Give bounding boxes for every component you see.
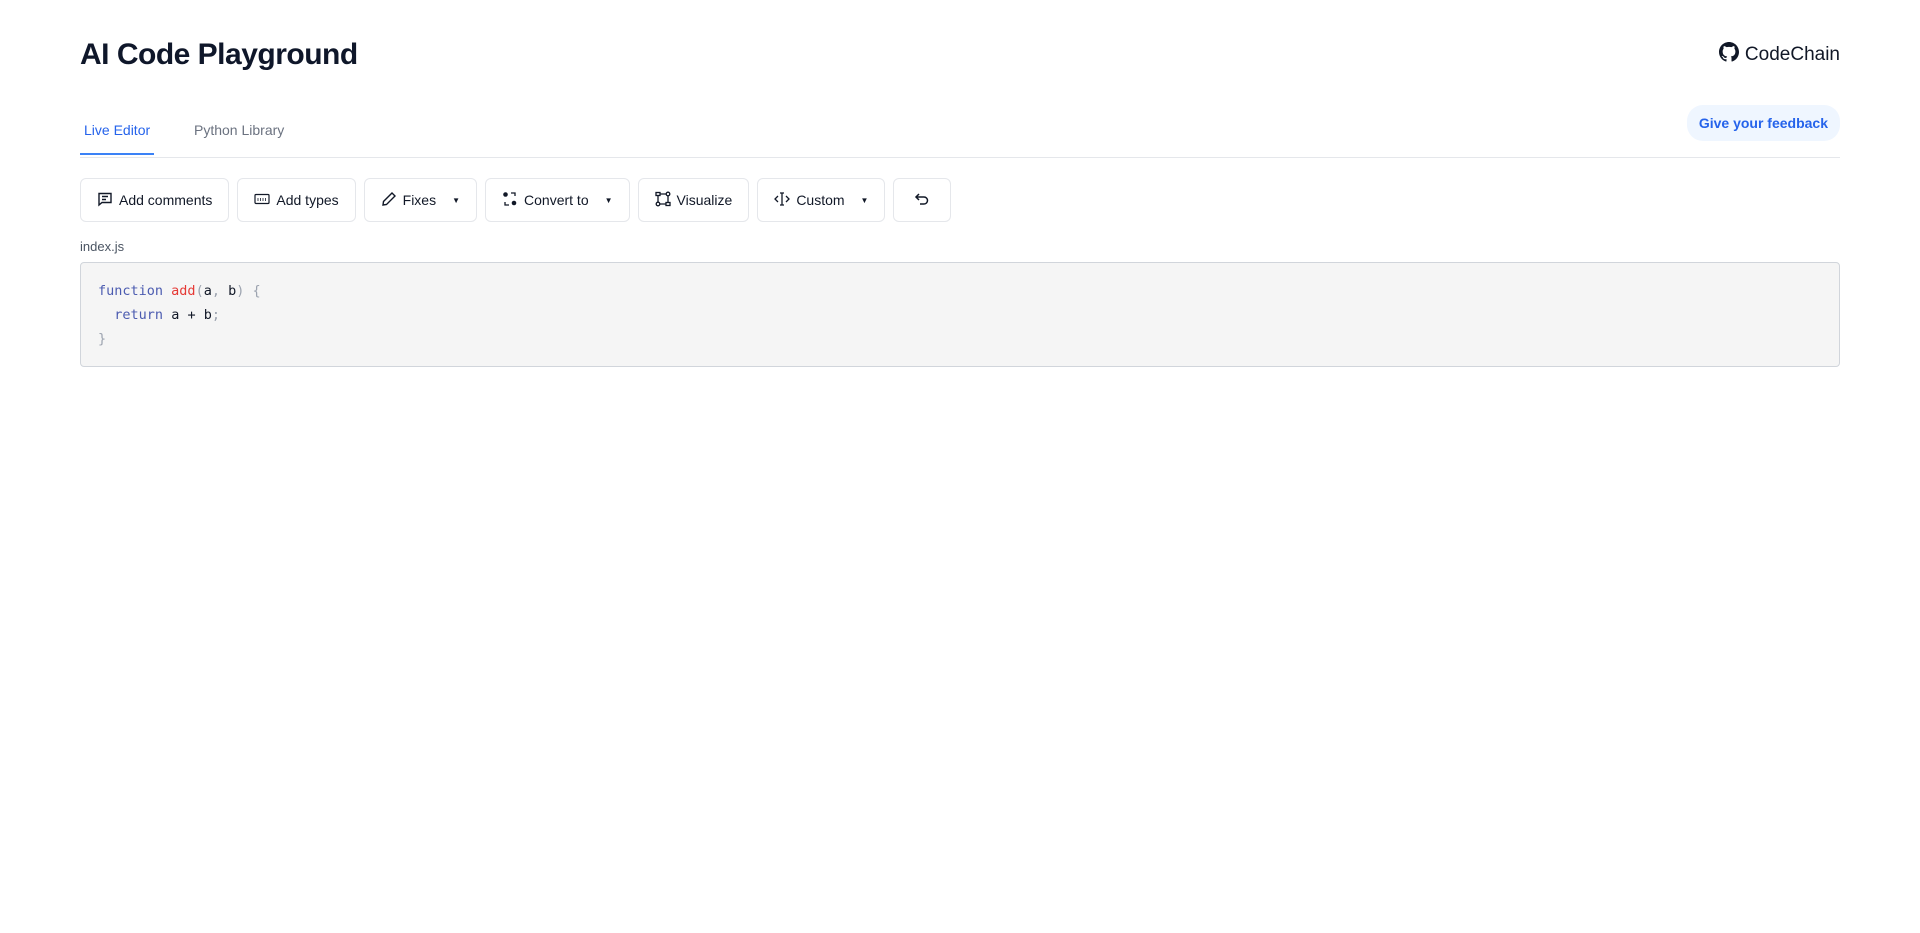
fixes-dropdown[interactable]: Fixes ▼ bbox=[363, 178, 478, 222]
fixes-label: Fixes bbox=[402, 192, 437, 208]
add-comments-button[interactable]: Add comments bbox=[80, 178, 230, 222]
code-line-1: function add(a, b) { bbox=[98, 283, 261, 299]
feedback-button[interactable]: Give your feedback bbox=[1686, 105, 1840, 141]
visualize-button[interactable]: Visualize bbox=[637, 178, 750, 222]
add-types-label: Add types bbox=[276, 192, 339, 208]
convert-to-dropdown[interactable]: Convert to ▼ bbox=[485, 178, 630, 222]
add-types-button[interactable]: Add types bbox=[237, 178, 356, 222]
tabs-bar: Live Editor Python Library Give your fee… bbox=[80, 100, 1840, 158]
editor-filename: index.js bbox=[80, 239, 125, 254]
header: AI Code Playground CodeChain bbox=[80, 0, 1840, 100]
convert-icon bbox=[502, 191, 518, 210]
code-editor[interactable]: function add(a, b) { return a + b; } bbox=[80, 262, 1840, 367]
undo-icon bbox=[914, 191, 930, 210]
codechain-link[interactable]: CodeChain bbox=[1718, 42, 1840, 68]
app-container: AI Code Playground CodeChain Live Editor… bbox=[80, 0, 1840, 367]
page-title: AI Code Playground bbox=[80, 38, 358, 71]
caret-down-icon: ▼ bbox=[860, 195, 869, 205]
caret-down-icon: ▼ bbox=[604, 195, 613, 205]
text-cursor-icon bbox=[774, 191, 791, 210]
add-comments-label: Add comments bbox=[119, 192, 213, 208]
brand-label: CodeChain bbox=[1744, 44, 1840, 65]
visualize-label: Visualize bbox=[676, 192, 733, 208]
convert-to-label: Convert to bbox=[524, 192, 589, 208]
caret-down-icon: ▼ bbox=[452, 195, 461, 205]
custom-dropdown[interactable]: Custom ▼ bbox=[757, 178, 886, 222]
code-line-3: } bbox=[98, 331, 107, 347]
github-icon bbox=[1718, 42, 1739, 68]
custom-label: Custom bbox=[796, 192, 845, 208]
tab-live-editor[interactable]: Live Editor bbox=[80, 118, 155, 155]
text-type-icon bbox=[254, 191, 270, 210]
undo-button[interactable] bbox=[893, 178, 952, 222]
tab-python-library[interactable]: Python Library bbox=[190, 118, 288, 153]
pencil-icon bbox=[381, 191, 397, 210]
toolbar: Add comments Add types Fixes ▼ Convert t… bbox=[80, 178, 952, 222]
comment-icon bbox=[97, 191, 113, 210]
flow-diagram-icon bbox=[654, 191, 671, 210]
code-line-2: return a + b; bbox=[114, 307, 220, 323]
